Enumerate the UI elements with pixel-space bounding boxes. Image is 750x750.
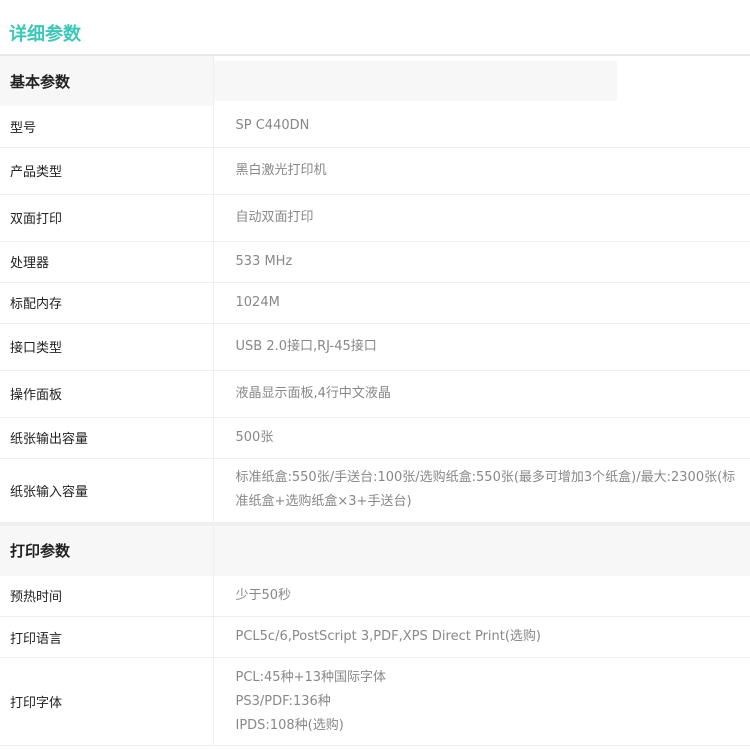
value-line: PCL:45种+13种国际字体 — [235, 669, 387, 685]
table-row: 双面打印 自动双面打印 — [0, 194, 750, 242]
page-header: 详细参数 — [0, 0, 750, 56]
table-row: 纸张输入容量 标准纸盒:550张/手送台:100张/选购纸盒:550张(最多可增… — [0, 458, 750, 523]
table-row: 处理器 533 MHz — [0, 241, 750, 283]
table-row: 打印字体 PCL:45种+13种国际字体 PS3/PDF:136种 IPDS:1… — [0, 657, 750, 746]
row-label: 型号 — [0, 106, 214, 148]
section-title: 打印参数 — [0, 525, 214, 576]
table-row: 操作面板 液晶显示面板,4行中文液晶 — [0, 370, 750, 418]
row-label: 双面打印 — [0, 194, 214, 242]
row-value: 少于50秒 — [213, 575, 750, 617]
section-header-blank — [213, 525, 750, 576]
spec-table: 基本参数 型号 SP C440DN 产品类型 黑白激光打印机 双面打印 自动双面… — [0, 56, 750, 746]
table-row: 型号 SP C440DN — [0, 106, 750, 148]
row-value: 1024M — [213, 282, 750, 324]
row-label: 打印语言 — [0, 616, 214, 658]
page-title: 详细参数 — [9, 24, 81, 45]
row-label: 纸张输入容量 — [0, 458, 214, 523]
row-value: 液晶显示面板,4行中文液晶 — [213, 370, 750, 418]
table-row: 预热时间 少于50秒 — [0, 575, 750, 617]
section-header-blank — [213, 56, 750, 106]
row-value: 500张 — [213, 417, 750, 459]
section-header-basic: 基本参数 — [0, 56, 750, 106]
row-value: SP C440DN — [213, 106, 750, 148]
row-value: 自动双面打印 — [213, 194, 750, 242]
row-value: 黑白激光打印机 — [213, 147, 750, 195]
table-row: 产品类型 黑白激光打印机 — [0, 147, 750, 195]
row-value: 533 MHz — [213, 241, 750, 283]
row-label: 打印字体 — [0, 657, 214, 746]
row-value: PCL:45种+13种国际字体 PS3/PDF:136种 IPDS:108种(选… — [213, 657, 750, 746]
row-label: 处理器 — [0, 241, 214, 283]
table-row: 打印语言 PCL5c/6,PostScript 3,PDF,XPS Direct… — [0, 616, 750, 658]
value-line: IPDS:108种(选购) — [235, 717, 344, 733]
row-label: 接口类型 — [0, 323, 214, 371]
row-label: 纸张输出容量 — [0, 417, 214, 459]
row-label: 产品类型 — [0, 147, 214, 195]
table-row: 接口类型 USB 2.0接口,RJ-45接口 — [0, 323, 750, 371]
section-title: 基本参数 — [0, 56, 214, 106]
section-header-print: 打印参数 — [0, 525, 750, 576]
row-label: 标配内存 — [0, 282, 214, 324]
section-header-shade — [213, 61, 617, 101]
row-value: USB 2.0接口,RJ-45接口 — [213, 323, 750, 371]
table-row: 标配内存 1024M — [0, 282, 750, 324]
row-label: 操作面板 — [0, 370, 214, 418]
value-line: PS3/PDF:136种 — [235, 693, 331, 709]
table-row: 纸张输出容量 500张 — [0, 417, 750, 459]
row-label: 预热时间 — [0, 575, 214, 617]
row-value: PCL5c/6,PostScript 3,PDF,XPS Direct Prin… — [213, 616, 750, 658]
row-value: 标准纸盒:550张/手送台:100张/选购纸盒:550张(最多可增加3个纸盒)/… — [213, 458, 750, 523]
